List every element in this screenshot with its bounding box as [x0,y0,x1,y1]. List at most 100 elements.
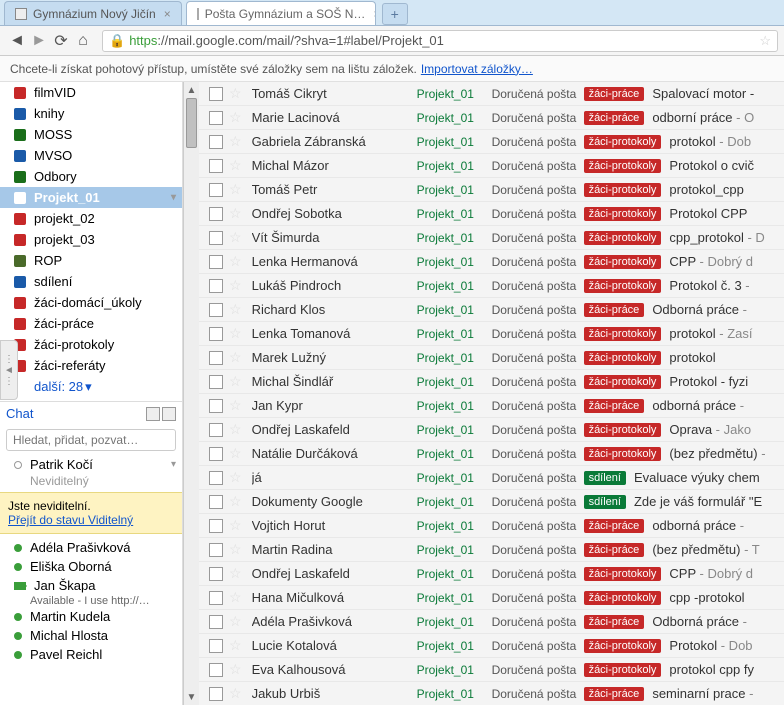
mail-row[interactable]: ☆Ondřej SobotkaProjekt_01Doručená poštaž… [199,202,784,226]
star-icon[interactable]: ☆ [229,421,242,438]
sidebar-label-item[interactable]: MOSS [0,124,182,145]
star-icon[interactable]: ☆ [229,445,242,462]
star-icon[interactable]: ☆ [229,325,242,342]
sidebar-label-item[interactable]: Odbory [0,166,182,187]
mail-row[interactable]: ☆Jan KyprProjekt_01Doručená poštažáci-pr… [199,394,784,418]
sidebar-drag-handle[interactable]: ⋮◄⋮ [0,340,18,400]
mail-row[interactable]: ☆Michal ŠindlářProjekt_01Doručená poštaž… [199,370,784,394]
mail-checkbox[interactable] [209,687,223,701]
mail-checkbox[interactable] [209,447,223,461]
sidebar-label-item[interactable]: MVSO [0,145,182,166]
star-icon[interactable]: ☆ [229,205,242,222]
chat-options-button[interactable] [146,407,160,421]
mail-checkbox[interactable] [209,375,223,389]
star-icon[interactable]: ☆ [229,541,242,558]
star-icon[interactable]: ☆ [229,517,242,534]
mail-checkbox[interactable] [209,495,223,509]
sidebar-label-item[interactable]: filmVID [0,82,182,103]
star-icon[interactable]: ☆ [229,157,242,174]
mail-checkbox[interactable] [209,135,223,149]
star-icon[interactable]: ☆ [229,685,242,702]
chat-contact[interactable]: Jan Škapa [0,576,182,595]
mail-checkbox[interactable] [209,303,223,317]
mail-checkbox[interactable] [209,87,223,101]
mail-checkbox[interactable] [209,183,223,197]
scroll-up-icon[interactable]: ▲ [184,82,199,98]
star-icon[interactable]: ☆ [229,637,242,654]
star-icon[interactable]: ☆ [229,277,242,294]
home-button[interactable]: ⌂ [72,30,94,52]
new-tab-button[interactable]: + [382,3,408,25]
mail-row[interactable]: ☆Vojtich HorutProjekt_01Doručená poštažá… [199,514,784,538]
chat-minimize-button[interactable] [162,407,176,421]
mail-row[interactable]: ☆Lukáš PindrochProjekt_01Doručená poštaž… [199,274,784,298]
mail-checkbox[interactable] [209,567,223,581]
go-visible-link[interactable]: Přejít do stavu Viditelný [8,513,133,527]
mail-checkbox[interactable] [209,255,223,269]
star-icon[interactable]: ☆ [229,253,242,270]
sidebar-label-item[interactable]: projekt_03 [0,229,182,250]
star-icon[interactable]: ☆ [229,229,242,246]
chat-search-input[interactable] [6,429,176,451]
address-bar[interactable]: 🔒 https://mail.google.com/mail/?shva=1#l… [102,30,778,52]
mail-checkbox[interactable] [209,615,223,629]
star-icon[interactable]: ☆ [229,613,242,630]
star-icon[interactable]: ☆ [229,85,242,102]
star-icon[interactable]: ☆ [229,109,242,126]
browser-tab-2[interactable]: Pošta Gymnázium a SOŠ N… × [186,1,376,25]
sidebar-label-item[interactable]: sdílení [0,271,182,292]
star-icon[interactable]: ☆ [229,469,242,486]
chat-contact[interactable]: Pavel Reichl [0,645,182,664]
scroll-down-icon[interactable]: ▼ [184,689,199,705]
mail-row[interactable]: ☆jáProjekt_01Doručená poštasdíleníEvalua… [199,466,784,490]
mail-row[interactable]: ☆Vít ŠimurdaProjekt_01Doručená poštažáci… [199,226,784,250]
star-icon[interactable]: ☆ [229,301,242,318]
star-icon[interactable]: ☆ [229,565,242,582]
star-icon[interactable]: ☆ [229,133,242,150]
mail-checkbox[interactable] [209,663,223,677]
mail-checkbox[interactable] [209,351,223,365]
close-icon[interactable]: × [164,7,171,21]
star-icon[interactable]: ☆ [229,493,242,510]
sidebar-label-item[interactable]: Projekt_01▾ [0,187,182,208]
mail-checkbox[interactable] [209,639,223,653]
mail-checkbox[interactable] [209,591,223,605]
sidebar-label-item[interactable]: projekt_02 [0,208,182,229]
mail-checkbox[interactable] [209,111,223,125]
mail-row[interactable]: ☆Natálie DurčákováProjekt_01Doručená poš… [199,442,784,466]
mail-row[interactable]: ☆Tomáš PetrProjekt_01Doručená poštažáci-… [199,178,784,202]
mail-row[interactable]: ☆Martin RadinaProjekt_01Doručená poštažá… [199,538,784,562]
mail-row[interactable]: ☆Eva KalhousováProjekt_01Doručená poštaž… [199,658,784,682]
mail-row[interactable]: ☆Ondřej LaskafeldProjekt_01Doručená pošt… [199,562,784,586]
mail-checkbox[interactable] [209,159,223,173]
mail-row[interactable]: ☆Lucie KotalováProjekt_01Doručená poštaž… [199,634,784,658]
import-bookmarks-link[interactable]: Importovat záložky… [421,62,533,76]
mail-row[interactable]: ☆Adéla PrašivkováProjekt_01Doručená pošt… [199,610,784,634]
sidebar-label-item[interactable]: žáci-protokoly [0,334,182,355]
mail-checkbox[interactable] [209,279,223,293]
mail-checkbox[interactable] [209,471,223,485]
more-labels-link[interactable]: další: 28 ▾ [0,376,182,397]
mail-checkbox[interactable] [209,231,223,245]
mail-checkbox[interactable] [209,207,223,221]
chat-contact[interactable]: Eliška Oborná [0,557,182,576]
back-button[interactable]: ◄ [6,30,28,52]
star-icon[interactable]: ☆ [229,181,242,198]
reload-button[interactable]: ⟳ [50,30,72,52]
mail-row[interactable]: ☆Richard KlosProjekt_01Doručená poštažác… [199,298,784,322]
mail-checkbox[interactable] [209,399,223,413]
mail-row[interactable]: ☆Dokumenty GoogleProjekt_01Doručená pošt… [199,490,784,514]
sidebar-label-item[interactable]: žáci-domácí_úkoly [0,292,182,313]
mail-row[interactable]: ☆Ondřej LaskafeldProjekt_01Doručená pošt… [199,418,784,442]
mail-row[interactable]: ☆Michal MázorProjekt_01Doručená poštažác… [199,154,784,178]
sidebar-label-item[interactable]: žáci-práce [0,313,182,334]
star-icon[interactable]: ☆ [229,349,242,366]
sidebar-label-item[interactable]: knihy [0,103,182,124]
mail-row[interactable]: ☆Tomáš CikrytProjekt_01Doručená poštažác… [199,82,784,106]
mail-row[interactable]: ☆Lenka TomanováProjekt_01Doručená poštaž… [199,322,784,346]
mail-checkbox[interactable] [209,543,223,557]
chat-contact[interactable]: Michal Hlosta [0,626,182,645]
chat-contact[interactable]: Martin Kudela [0,607,182,626]
forward-button[interactable]: ► [28,30,50,52]
browser-tab-1[interactable]: Gymnázium Nový Jičín × [4,1,182,25]
